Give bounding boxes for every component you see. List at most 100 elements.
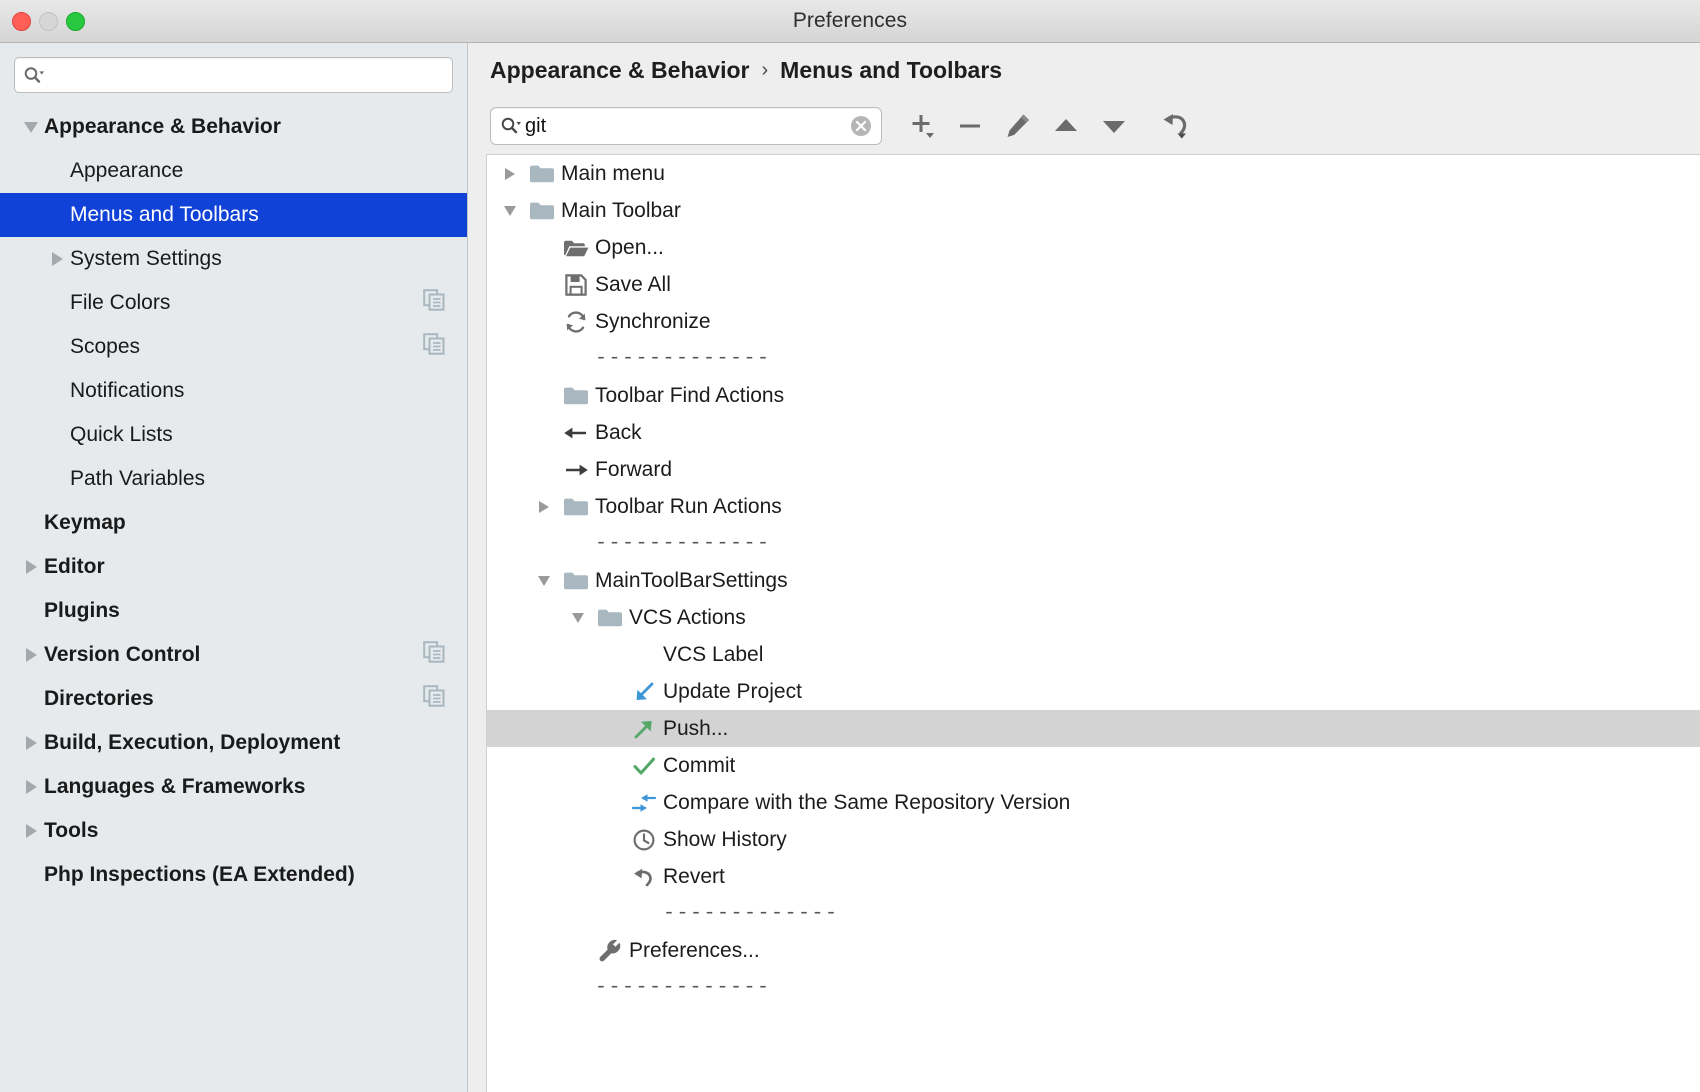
sidebar-search-field[interactable] bbox=[14, 57, 453, 93]
tree-row[interactable]: Revert bbox=[487, 858, 1700, 895]
move-up-button[interactable] bbox=[1042, 102, 1090, 150]
chevron-down-icon[interactable] bbox=[561, 612, 595, 623]
separator-label: ------------- bbox=[663, 902, 839, 925]
folder-icon bbox=[561, 570, 591, 592]
chevron-right-icon[interactable] bbox=[18, 560, 44, 574]
sidebar-item-appearance[interactable]: Appearance bbox=[0, 149, 467, 193]
sidebar-item-menus-and-toolbars[interactable]: Menus and Toolbars bbox=[0, 193, 467, 237]
tree-row[interactable]: Toolbar Find Actions bbox=[487, 377, 1700, 414]
chevron-right-icon[interactable] bbox=[18, 648, 44, 662]
tree-separator-row[interactable]: ------------- bbox=[487, 525, 1700, 562]
clear-search-icon[interactable] bbox=[849, 114, 873, 138]
tree-row[interactable]: Synchronize bbox=[487, 303, 1700, 340]
copy-settings-icon[interactable] bbox=[423, 333, 445, 361]
sidebar-item-keymap[interactable]: Keymap bbox=[0, 501, 467, 545]
sidebar-search-input[interactable] bbox=[45, 65, 444, 85]
chevron-right-icon[interactable] bbox=[18, 824, 44, 838]
pencil-icon bbox=[1007, 114, 1029, 137]
chevron-right-icon[interactable] bbox=[44, 252, 70, 266]
edit-button[interactable] bbox=[994, 102, 1042, 150]
sidebar-item-appearance-behavior[interactable]: Appearance & Behavior bbox=[0, 105, 467, 149]
tree-row-label: Main Toolbar bbox=[561, 198, 681, 222]
sidebar-item-notifications[interactable]: Notifications bbox=[0, 369, 467, 413]
sidebar-item-path-variables[interactable]: Path Variables bbox=[0, 457, 467, 501]
actions-toolbar bbox=[468, 98, 1700, 154]
sidebar-item-editor[interactable]: Editor bbox=[0, 545, 467, 589]
tree-row[interactable]: Save All bbox=[487, 266, 1700, 303]
arrow-left-icon bbox=[561, 422, 591, 444]
chevron-right-icon[interactable] bbox=[493, 167, 527, 180]
close-window-button[interactable] bbox=[12, 11, 31, 31]
sidebar-item-build-execution-deployment[interactable]: Build, Execution, Deployment bbox=[0, 721, 467, 765]
copy-settings-icon[interactable] bbox=[423, 641, 445, 669]
chevron-down-icon[interactable] bbox=[527, 575, 561, 586]
tree-row[interactable]: Update Project bbox=[487, 673, 1700, 710]
tree-row[interactable]: Main menu bbox=[487, 155, 1700, 192]
sidebar-item-label: Keymap bbox=[44, 511, 126, 534]
sidebar-item-label: Menus and Toolbars bbox=[70, 203, 259, 226]
actions-tree-panel[interactable]: Main menu Main Toolbar Open... Save All Sync… bbox=[486, 154, 1700, 1092]
restore-button[interactable] bbox=[1152, 102, 1200, 150]
tree-row-label: Back bbox=[595, 420, 642, 444]
sidebar-item-php-inspections-ea-extended[interactable]: Php Inspections (EA Extended) bbox=[0, 853, 467, 897]
tree-row[interactable]: Push... bbox=[487, 710, 1700, 747]
sidebar-tree: Appearance & Behavior Appearance Menus and… bbox=[0, 103, 467, 1092]
action-search-field[interactable] bbox=[490, 107, 882, 145]
move-down-button[interactable] bbox=[1090, 102, 1138, 150]
tree-row[interactable]: Show History bbox=[487, 821, 1700, 858]
minus-icon bbox=[960, 124, 980, 128]
chevron-right-icon[interactable] bbox=[18, 736, 44, 750]
compare-icon bbox=[629, 792, 659, 814]
tree-row[interactable]: Main Toolbar bbox=[487, 192, 1700, 229]
add-button[interactable] bbox=[898, 102, 946, 150]
tree-row[interactable]: Preferences... bbox=[487, 932, 1700, 969]
clock-icon bbox=[629, 828, 659, 852]
tree-row[interactable]: Open... bbox=[487, 229, 1700, 266]
tree-row-label: Show History bbox=[663, 827, 787, 851]
action-search-input[interactable] bbox=[522, 114, 849, 138]
settings-sidebar: Appearance & Behavior Appearance Menus and… bbox=[0, 43, 468, 1092]
search-icon bbox=[501, 117, 521, 134]
chevron-right-icon[interactable] bbox=[527, 500, 561, 513]
zoom-window-button[interactable] bbox=[66, 11, 85, 31]
copy-settings-icon[interactable] bbox=[423, 289, 445, 317]
breadcrumb-root[interactable]: Appearance & Behavior bbox=[490, 57, 749, 84]
copy-settings-icon[interactable] bbox=[423, 685, 445, 713]
sidebar-item-directories[interactable]: Directories bbox=[0, 677, 467, 721]
sidebar-item-label: Build, Execution, Deployment bbox=[44, 731, 341, 754]
sidebar-item-version-control[interactable]: Version Control bbox=[0, 633, 467, 677]
tree-row[interactable]: VCS Label bbox=[487, 636, 1700, 673]
tree-row[interactable]: MainToolBarSettings bbox=[487, 562, 1700, 599]
sidebar-item-system-settings[interactable]: System Settings bbox=[0, 237, 467, 281]
tree-row-label: Preferences... bbox=[629, 938, 760, 962]
sidebar-item-label: Version Control bbox=[44, 643, 201, 666]
tree-row[interactable]: Commit bbox=[487, 747, 1700, 784]
sidebar-item-languages-frameworks[interactable]: Languages & Frameworks bbox=[0, 765, 467, 809]
sidebar-item-quick-lists[interactable]: Quick Lists bbox=[0, 413, 467, 457]
chevron-down-icon[interactable] bbox=[18, 121, 44, 133]
tree-separator-row[interactable]: ------------- bbox=[487, 340, 1700, 377]
preferences-window: Preferences Appearance & Behavior Appeara… bbox=[0, 0, 1700, 1092]
sidebar-item-scopes[interactable]: Scopes bbox=[0, 325, 467, 369]
chevron-down-icon[interactable] bbox=[493, 205, 527, 216]
tree-separator-row[interactable]: ------------- bbox=[487, 969, 1700, 1006]
toolbar-button-group bbox=[898, 102, 1200, 150]
folder-icon bbox=[527, 200, 557, 222]
tree-separator-row[interactable]: ------------- bbox=[487, 895, 1700, 932]
triangle-up-icon bbox=[1055, 119, 1077, 131]
chevron-right-icon[interactable] bbox=[18, 780, 44, 794]
sidebar-item-plugins[interactable]: Plugins bbox=[0, 589, 467, 633]
tree-row[interactable]: Compare with the Same Repository Version bbox=[487, 784, 1700, 821]
minimize-window-button[interactable] bbox=[39, 11, 58, 31]
sidebar-item-tools[interactable]: Tools bbox=[0, 809, 467, 853]
tree-row[interactable]: Back bbox=[487, 414, 1700, 451]
breadcrumb-separator-icon: › bbox=[761, 59, 769, 81]
sidebar-item-file-colors[interactable]: File Colors bbox=[0, 281, 467, 325]
tree-row-label: Synchronize bbox=[595, 309, 711, 333]
plus-with-dropdown-icon bbox=[912, 115, 934, 138]
tree-row[interactable]: VCS Actions bbox=[487, 599, 1700, 636]
remove-button[interactable] bbox=[946, 102, 994, 150]
tree-row-label: Compare with the Same Repository Version bbox=[663, 790, 1071, 814]
tree-row[interactable]: Forward bbox=[487, 451, 1700, 488]
tree-row[interactable]: Toolbar Run Actions bbox=[487, 488, 1700, 525]
